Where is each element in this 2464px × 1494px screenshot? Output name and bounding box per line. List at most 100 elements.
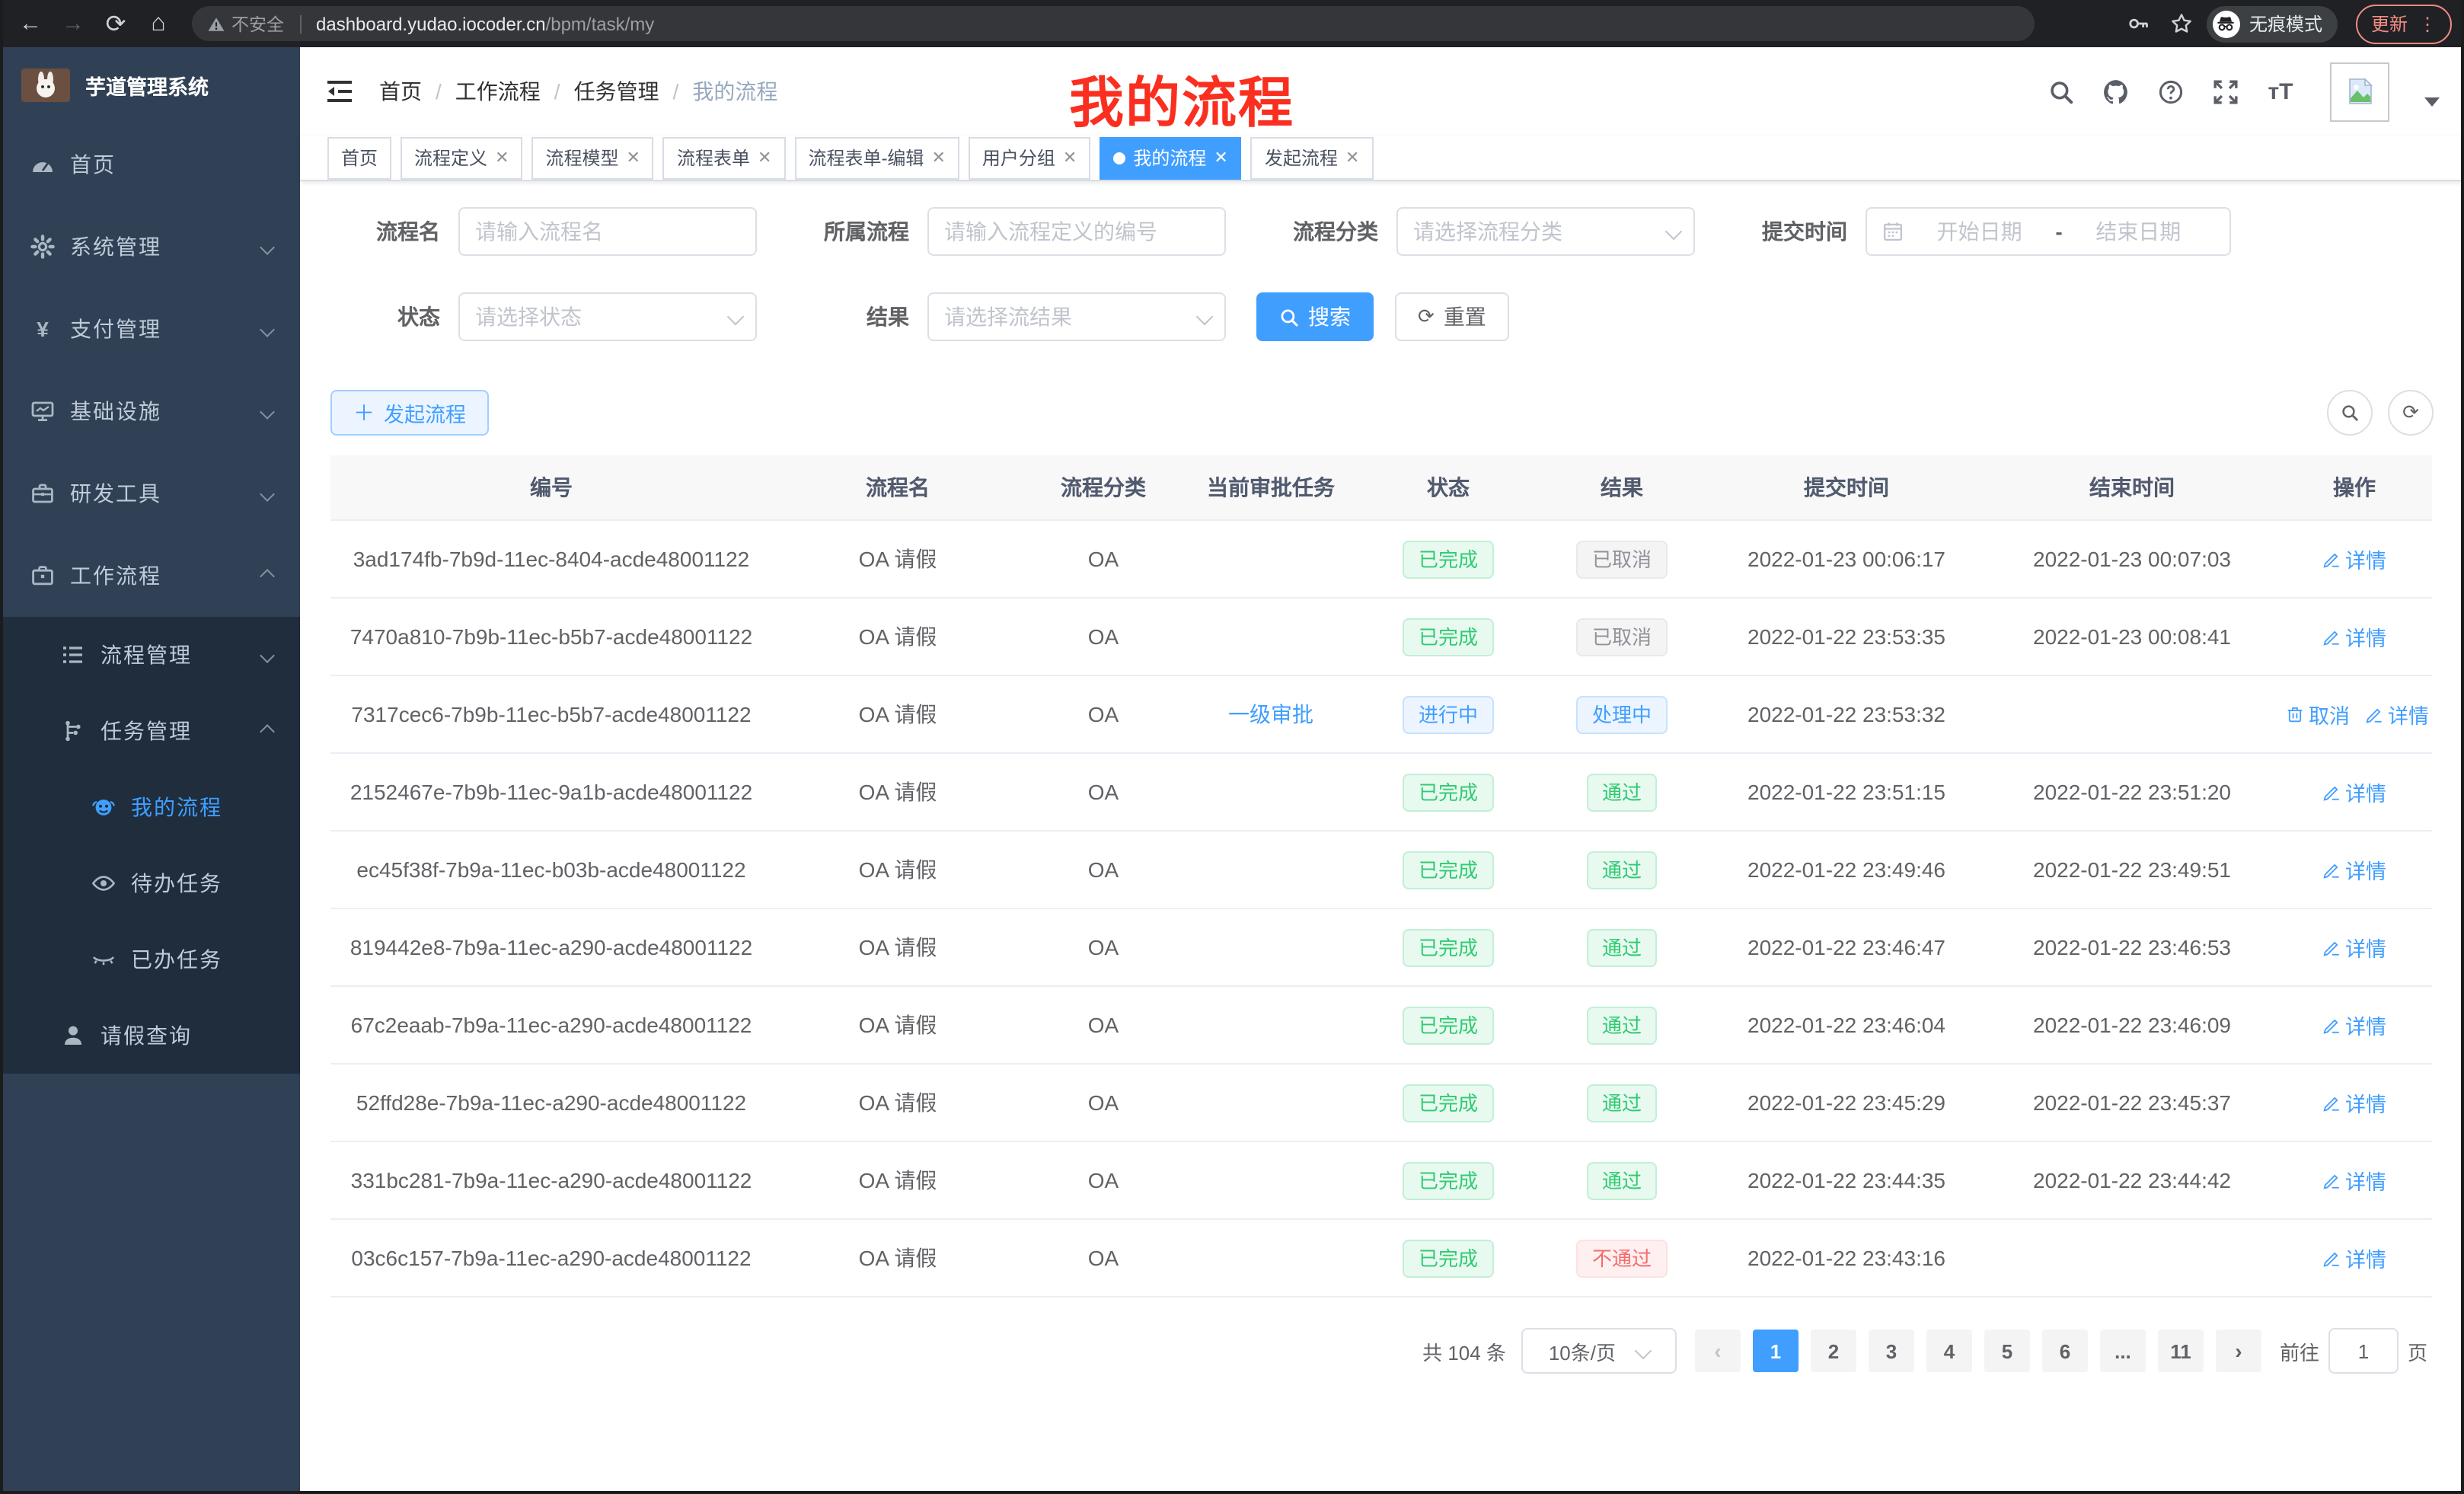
sidebar-item-研发工具[interactable]: 研发工具	[0, 452, 300, 535]
sidebar-item-首页[interactable]: 首页	[0, 123, 300, 206]
status-select[interactable]: 请选择状态	[458, 292, 757, 341]
table-row: 52ffd28e-7b9a-11ec-a290-acde48001122OA 请…	[330, 1064, 2432, 1141]
page-button-5[interactable]: 5	[1984, 1330, 2030, 1372]
close-icon[interactable]: ✕	[1214, 148, 1227, 168]
detail-link[interactable]: 详情	[2322, 621, 2386, 652]
category-select[interactable]: 请选择流程分类	[1396, 207, 1695, 256]
sidebar-item-流程管理[interactable]: 流程管理	[0, 617, 300, 693]
page-button-11[interactable]: 11	[2158, 1330, 2204, 1372]
page-button-1[interactable]: 1	[1753, 1330, 1799, 1372]
site-security[interactable]: 不安全	[207, 11, 284, 36]
sidebar-item-基础设施[interactable]: 基础设施	[0, 370, 300, 452]
detail-link[interactable]: 详情	[2322, 1010, 2386, 1040]
close-icon[interactable]: ✕	[1063, 148, 1077, 168]
sidebar-item-待办任务[interactable]: 待办任务	[0, 845, 300, 921]
cell-end-time: 2022-01-22 23:49:51	[1987, 831, 2277, 908]
breadcrumb-home[interactable]: 首页	[379, 76, 422, 107]
next-page-button[interactable]: ›	[2216, 1330, 2261, 1372]
tab-流程表单-编辑[interactable]: 流程表单-编辑✕	[794, 136, 959, 179]
sidebar-item-工作流程[interactable]: 工作流程	[0, 535, 300, 617]
sidebar-item-label: 待办任务	[131, 868, 279, 899]
result-select[interactable]: 请选择流结果	[927, 292, 1226, 341]
date-range-picker[interactable]: 开始日期 - 结束日期	[1866, 207, 2231, 256]
breadcrumb-workflow[interactable]: 工作流程	[455, 76, 541, 107]
edit-icon	[2322, 1093, 2341, 1112]
sidebar-item-支付管理[interactable]: ¥支付管理	[0, 288, 300, 370]
home-icon[interactable]: ⌂	[140, 5, 177, 42]
breadcrumb-separator: /	[436, 79, 442, 104]
tab-流程模型[interactable]: 流程模型✕	[532, 136, 654, 179]
detail-link[interactable]: 详情	[2322, 544, 2386, 574]
result-badge: 已取消	[1577, 540, 1667, 578]
page-button-2[interactable]: 2	[1811, 1330, 1856, 1372]
create-process-button[interactable]: ＋ 发起流程	[330, 390, 489, 436]
more-pages-icon[interactable]: ...	[2100, 1330, 2146, 1372]
robot-icon	[91, 795, 116, 819]
detail-link[interactable]: 详情	[2322, 854, 2386, 885]
close-icon[interactable]: ✕	[931, 148, 945, 168]
detail-link[interactable]: 详情	[2322, 1087, 2386, 1118]
cell-id: 819442e8-7b9a-11ec-a290-acde48001122	[330, 908, 772, 986]
avatar[interactable]	[2330, 62, 2389, 121]
sidebar-item-已办任务[interactable]: 已办任务	[0, 921, 300, 998]
prev-page-button[interactable]: ‹	[1695, 1330, 1741, 1372]
tab-用户分组[interactable]: 用户分组✕	[969, 136, 1090, 179]
update-label: 更新	[2371, 11, 2408, 37]
name-input[interactable]: 请输入流程名	[458, 207, 757, 256]
github-icon[interactable]	[2102, 77, 2130, 106]
forward-icon[interactable]: →	[55, 5, 91, 42]
close-icon[interactable]: ✕	[495, 148, 509, 168]
key-icon[interactable]	[2121, 5, 2158, 42]
breadcrumb-task[interactable]: 任务管理	[574, 76, 659, 107]
browser-menu-icon[interactable]: ⋮	[2418, 13, 2437, 34]
tab-我的流程[interactable]: 我的流程✕	[1100, 136, 1241, 179]
fullscreen-icon[interactable]	[2211, 77, 2240, 106]
page-button-6[interactable]: 6	[2042, 1330, 2088, 1372]
close-icon[interactable]: ✕	[1345, 148, 1359, 168]
definition-input[interactable]: 请输入流程定义的编号	[927, 207, 1226, 256]
search-icon[interactable]	[2047, 77, 2076, 106]
page-button-4[interactable]: 4	[1926, 1330, 1972, 1372]
tab-首页[interactable]: 首页	[327, 136, 391, 179]
cancel-link[interactable]: 取消	[2286, 699, 2350, 729]
bookmark-star-icon[interactable]	[2164, 5, 2201, 42]
result-badge: 通过	[1587, 1006, 1657, 1044]
detail-link[interactable]: 详情	[2322, 932, 2386, 962]
sidebar-item-我的流程[interactable]: 我的流程	[0, 769, 300, 845]
sidebar-fold-icon[interactable]	[324, 76, 355, 107]
page-size-select[interactable]: 10条/页	[1521, 1328, 1677, 1374]
detail-link[interactable]: 详情	[2322, 1243, 2386, 1273]
font-size-icon[interactable]: тT	[2266, 77, 2295, 106]
hide-search-button[interactable]	[2327, 390, 2373, 436]
table-row: 67c2eaab-7b9a-11ec-a290-acde48001122OA 请…	[330, 986, 2432, 1064]
current-task-link[interactable]: 一级审批	[1228, 702, 1313, 726]
sidebar-item-请假查询[interactable]: 请假查询	[0, 998, 300, 1074]
tab-label: 流程表单	[677, 145, 750, 171]
close-icon[interactable]: ✕	[758, 148, 771, 168]
close-icon[interactable]: ✕	[627, 148, 640, 168]
reset-button[interactable]: ⟳ 重置	[1395, 292, 1509, 341]
sidebar-item-任务管理[interactable]: 任务管理	[0, 693, 300, 769]
refresh-button[interactable]: ⟳	[2388, 390, 2434, 436]
cell-end-time: 2022-01-23 00:07:03	[1987, 520, 2277, 598]
address-bar[interactable]: 不安全 dashboard.yudao.iocoder.cn/bpm/task/…	[192, 6, 2035, 41]
tab-流程表单[interactable]: 流程表单 ✕	[663, 136, 785, 179]
edit-icon	[2365, 705, 2383, 723]
chevron-down-icon[interactable]	[2424, 97, 2440, 107]
update-button[interactable]: 更新 ⋮	[2356, 4, 2452, 43]
detail-link[interactable]: 详情	[2322, 777, 2386, 807]
result-badge: 不通过	[1577, 1239, 1667, 1277]
search-button[interactable]: 搜索	[1256, 292, 1374, 341]
goto-input[interactable]: 1	[2328, 1328, 2399, 1374]
action-label: 详情	[2388, 699, 2429, 729]
back-icon[interactable]: ←	[12, 5, 49, 42]
tab-流程定义[interactable]: 流程定义✕	[401, 136, 522, 179]
page-button-3[interactable]: 3	[1869, 1330, 1914, 1372]
sidebar-item-系统管理[interactable]: 系统管理	[0, 206, 300, 288]
tab-发起流程[interactable]: 发起流程✕	[1251, 136, 1373, 179]
detail-link[interactable]: 详情	[2322, 1165, 2386, 1196]
filter-row-2: 状态 请选择状态 结果 请选择流结果 搜索 ⟳ 重置	[330, 292, 2434, 341]
detail-link[interactable]: 详情	[2365, 699, 2429, 729]
reload-icon[interactable]: ⟳	[97, 5, 134, 42]
help-icon[interactable]	[2156, 77, 2185, 106]
